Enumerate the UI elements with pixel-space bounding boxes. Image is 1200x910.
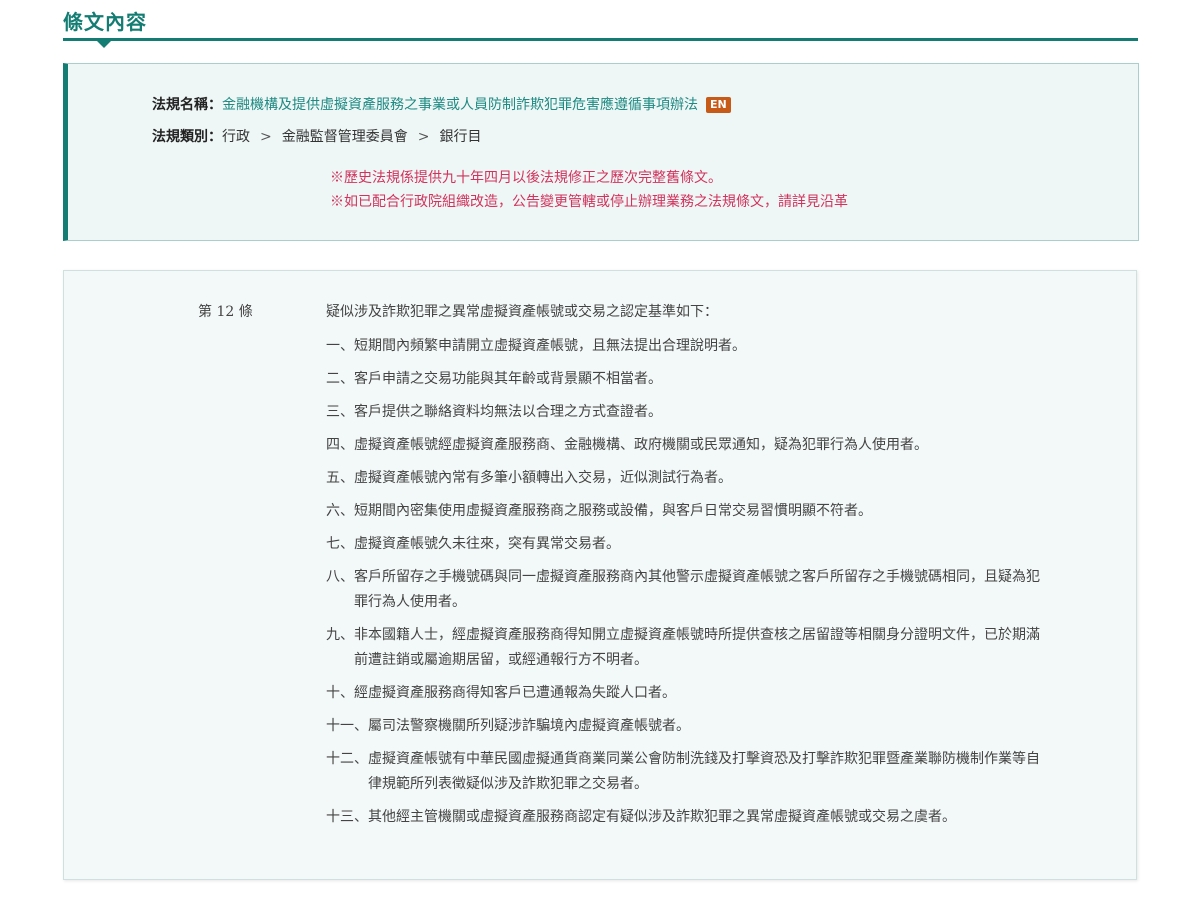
reorganization-note: ※如已配合行政院組織改造，公告變更管轄或停止辦理業務之法規條文，請詳見沿革 xyxy=(330,194,848,210)
clause-number: 二、 xyxy=(326,371,354,387)
clause-text: 屬司法警察機關所列疑涉詐騙境內虛擬資產帳號者。 xyxy=(368,718,690,734)
clause-number: 五、 xyxy=(326,470,354,486)
category-item: 金融監督管理委員會 xyxy=(281,129,408,145)
article-panel: 第 12 條 疑似涉及詐欺犯罪之異常虛擬資產帳號或交易之認定基準如下： 一、 短期… xyxy=(63,270,1137,880)
clause-text: 虛擬資產帳號內常有多筆小額轉出入交易，近似測試行為者。 xyxy=(354,470,732,486)
clause-item: 十三、 其他經主管機關或虛擬資產服務商認定有疑似涉及詐欺犯罪之異常虛擬資產帳號或交… xyxy=(326,805,1046,830)
law-category-row: 法規類別：行政 > 金融監督管理委員會 > 銀行目 xyxy=(152,126,481,146)
law-name-link[interactable]: 金融機構及提供虛擬資產服務之事業或人員防制詐欺犯罪危害應遵循事項辦法 xyxy=(222,97,698,113)
clause-item: 二、 客戶申請之交易功能與其年齡或背景顯不相當者。 xyxy=(326,367,1046,392)
article-lead-text: 疑似涉及詐欺犯罪之異常虛擬資產帳號或交易之認定基準如下： xyxy=(326,304,718,320)
category-item: 銀行目 xyxy=(439,129,482,145)
clause-number: 九、 xyxy=(326,627,354,643)
category-item: 行政 xyxy=(222,129,250,145)
header-divider xyxy=(63,38,1138,41)
law-name-row: 法規名稱：金融機構及提供虛擬資產服務之事業或人員防制詐欺犯罪危害應遵循事項辦法 E… xyxy=(152,94,731,114)
clause-text: 虛擬資產帳號久未往來，突有異常交易者。 xyxy=(354,536,620,552)
law-info-panel: 法規名稱：金融機構及提供虛擬資產服務之事業或人員防制詐欺犯罪危害應遵循事項辦法 E… xyxy=(63,63,1139,241)
law-name-label: 法規名稱： xyxy=(152,97,222,113)
en-version-badge[interactable]: EN xyxy=(706,97,731,113)
clause-number: 四、 xyxy=(326,437,354,453)
clause-item: 四、 虛擬資產帳號經虛擬資產服務商、金融機構、政府機關或民眾通知，疑為犯罪行為人使… xyxy=(326,433,1046,458)
clause-text: 客戶申請之交易功能與其年齡或背景顯不相當者。 xyxy=(354,371,662,387)
clause-text: 短期間內密集使用虛擬資產服務商之服務或設備，與客戶日常交易習慣明顯不符者。 xyxy=(354,503,872,519)
section-title: 條文內容 xyxy=(63,10,147,34)
clause-item: 十二、 虛擬資產帳號有中華民國虛擬通貨商業同業公會防制洗錢及打擊資恐及打擊詐欺犯罪… xyxy=(326,747,1046,797)
clause-text: 虛擬資產帳號經虛擬資產服務商、金融機構、政府機關或民眾通知，疑為犯罪行為人使用者… xyxy=(354,437,928,453)
clause-list: 一、 短期間內頻繁申請開立虛擬資產帳號，且無法提出合理說明者。 二、 客戶申請之交易… xyxy=(326,334,1046,838)
breadcrumb-separator-icon: > xyxy=(260,129,272,145)
clause-number: 十一、 xyxy=(326,718,368,734)
clause-number: 七、 xyxy=(326,536,354,552)
clause-item: 十、 經虛擬資產服務商得知客戶已遭通報為失蹤人口者。 xyxy=(326,681,1046,706)
clause-number: 三、 xyxy=(326,404,354,420)
clause-item: 一、 短期間內頻繁申請開立虛擬資產帳號，且無法提出合理說明者。 xyxy=(326,334,1046,359)
clause-text: 其他經主管機關或虛擬資產服務商認定有疑似涉及詐欺犯罪之異常虛擬資產帳號或交易之虞… xyxy=(368,809,956,825)
clause-item: 十一、 屬司法警察機關所列疑涉詐騙境內虛擬資產帳號者。 xyxy=(326,714,1046,739)
clause-item: 八、 客戶所留存之手機號碼與同一虛擬資產服務商內其他警示虛擬資產帳號之客戶所留存之… xyxy=(326,565,1046,615)
clause-text: 客戶提供之聯絡資料均無法以合理之方式查證者。 xyxy=(354,404,662,420)
clause-number: 十三、 xyxy=(326,809,368,825)
clause-number: 六、 xyxy=(326,503,354,519)
clause-number: 十二、 xyxy=(326,751,368,767)
clause-item: 三、 客戶提供之聯絡資料均無法以合理之方式查證者。 xyxy=(326,400,1046,425)
clause-item: 九、 非本國籍人士，經虛擬資產服務商得知開立虛擬資產帳號時所提供查核之居留證等相關… xyxy=(326,623,1046,673)
clause-text: 經虛擬資產服務商得知客戶已遭通報為失蹤人口者。 xyxy=(354,685,676,701)
clause-item: 七、 虛擬資產帳號久未往來，突有異常交易者。 xyxy=(326,532,1046,557)
history-note: ※歷史法規係提供九十年四月以後法規修正之歷次完整舊條文。 xyxy=(330,170,722,186)
clause-text: 非本國籍人士，經虛擬資產服務商得知開立虛擬資產帳號時所提供查核之居留證等相關身分… xyxy=(354,627,1040,668)
header-arrow-icon xyxy=(97,41,111,48)
clause-item: 六、 短期間內密集使用虛擬資產服務商之服務或設備，與客戶日常交易習慣明顯不符者。 xyxy=(326,499,1046,524)
clause-text: 虛擬資產帳號有中華民國虛擬通貨商業同業公會防制洗錢及打擊資恐及打擊詐欺犯罪暨產業… xyxy=(368,751,1040,792)
clause-item: 五、 虛擬資產帳號內常有多筆小額轉出入交易，近似測試行為者。 xyxy=(326,466,1046,491)
law-category-label: 法規類別： xyxy=(152,129,222,145)
clause-number: 十、 xyxy=(326,685,354,701)
clause-number: 一、 xyxy=(326,338,354,354)
clause-text: 短期間內頻繁申請開立虛擬資產帳號，且無法提出合理說明者。 xyxy=(354,338,746,354)
article-number: 第 12 條 xyxy=(198,304,253,320)
breadcrumb-separator-icon: > xyxy=(417,129,430,145)
section-header: 條文內容 xyxy=(63,0,1138,48)
clause-text: 客戶所留存之手機號碼與同一虛擬資產服務商內其他警示虛擬資產帳號之客戶所留存之手機… xyxy=(354,569,1040,610)
clause-number: 八、 xyxy=(326,569,354,585)
